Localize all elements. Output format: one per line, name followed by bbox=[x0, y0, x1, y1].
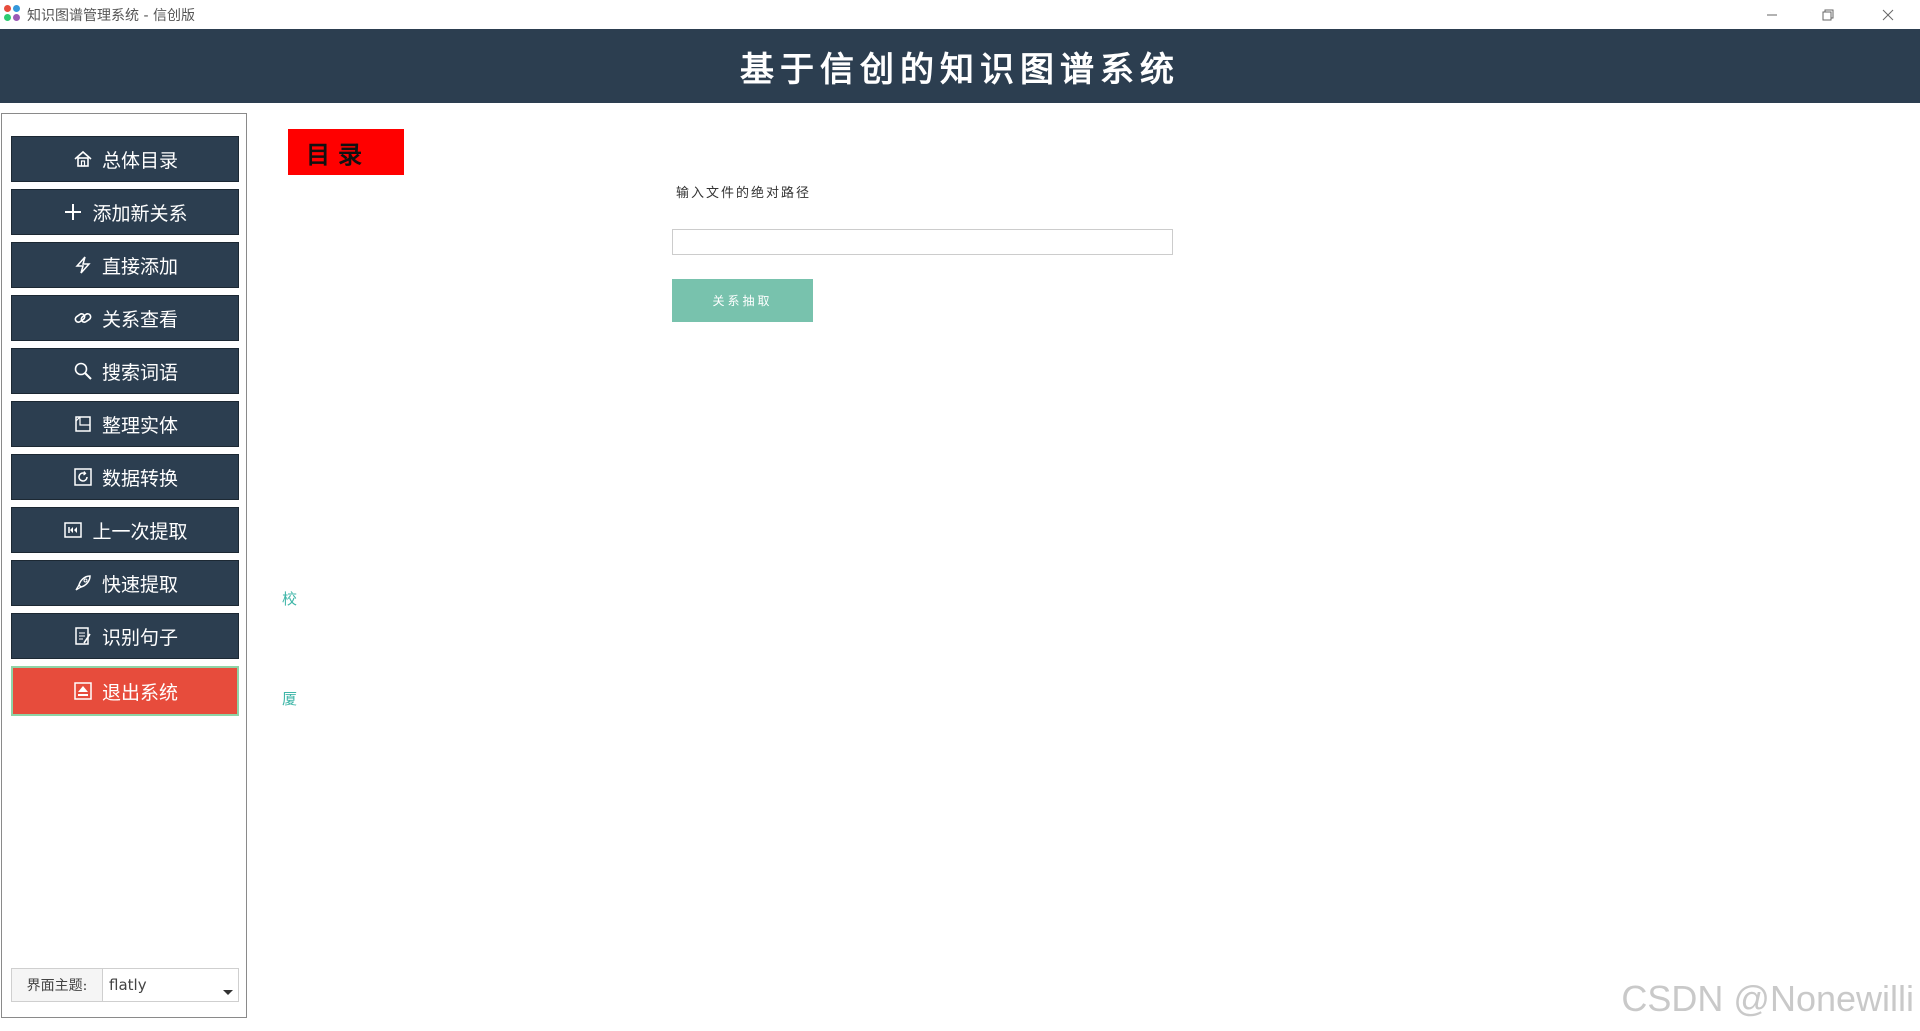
exit-system-button[interactable]: 退出系统 bbox=[11, 666, 239, 716]
sidebar-item-label: 直接添加 bbox=[101, 255, 178, 278]
home-icon bbox=[72, 148, 94, 170]
sidebar-item-label: 添加新关系 bbox=[92, 202, 188, 225]
file-path-label: 输入文件的绝对路径 bbox=[676, 186, 812, 201]
rocket-icon bbox=[72, 572, 94, 594]
sidebar-item-label: 数据转换 bbox=[101, 467, 178, 490]
theme-value: flatly bbox=[109, 976, 147, 994]
sidebar-item-overview[interactable]: 总体目录 bbox=[11, 136, 239, 182]
sidebar-item-last-extraction[interactable]: 上一次提取 bbox=[11, 507, 239, 553]
sidebar-item-label: 识别句子 bbox=[101, 626, 178, 649]
sidebar-item-label: 关系查看 bbox=[101, 308, 178, 331]
side-note: 校 bbox=[282, 590, 298, 608]
close-icon[interactable] bbox=[1860, 0, 1916, 29]
refresh-icon bbox=[72, 466, 94, 488]
eject-icon bbox=[72, 680, 94, 702]
sidebar: 总体目录 添加新关系 直接添加 关系查看 搜索词语 整理实体 数据转换 上一次提… bbox=[1, 113, 247, 1018]
side-note: 厦 bbox=[282, 690, 298, 708]
sidebar-item-data-conversion[interactable]: 数据转换 bbox=[11, 454, 239, 500]
minimize-icon[interactable] bbox=[1744, 0, 1800, 29]
lightning-icon bbox=[72, 254, 94, 276]
sidebar-item-quick-extraction[interactable]: 快速提取 bbox=[11, 560, 239, 606]
sidebar-item-label: 上一次提取 bbox=[92, 520, 188, 543]
theme-selector: 界面主题: flatly bbox=[11, 968, 239, 1002]
search-icon bbox=[72, 360, 94, 382]
relation-extract-button[interactable]: 关系抽取 bbox=[672, 279, 813, 322]
sidebar-item-label: 搜索词语 bbox=[101, 361, 178, 384]
chevron-down-icon bbox=[223, 990, 233, 995]
sidebar-item-label: 退出系统 bbox=[101, 681, 178, 704]
sidebar-item-label: 整理实体 bbox=[101, 414, 178, 437]
sidebar-item-direct-add[interactable]: 直接添加 bbox=[11, 242, 239, 288]
sidebar-item-organize-entities[interactable]: 整理实体 bbox=[11, 401, 239, 447]
rewind-icon bbox=[62, 519, 84, 541]
window-title: 知识图谱管理系统 - 信创版 bbox=[27, 8, 195, 24]
sidebar-item-label: 总体目录 bbox=[101, 149, 178, 172]
plus-icon bbox=[62, 201, 84, 223]
edit-document-icon bbox=[72, 625, 94, 647]
cube-icon bbox=[72, 413, 94, 435]
sidebar-item-view-relations[interactable]: 关系查看 bbox=[11, 295, 239, 341]
sidebar-item-add-relation[interactable]: 添加新关系 bbox=[11, 189, 239, 235]
sidebar-item-recognize-sentence[interactable]: 识别句子 bbox=[11, 613, 239, 659]
app-logo-icon bbox=[4, 5, 22, 23]
catalog-label: 目录 bbox=[288, 129, 404, 175]
page-title: 基于信创的知识图谱系统 bbox=[740, 49, 1180, 90]
sidebar-item-label: 快速提取 bbox=[101, 573, 178, 596]
app-header: 基于信创的知识图谱系统 bbox=[0, 29, 1920, 103]
link-icon bbox=[72, 307, 94, 329]
watermark-text: CSDN @Nonewilli bbox=[1621, 978, 1914, 1019]
theme-label: 界面主题: bbox=[12, 969, 103, 1001]
file-path-input[interactable] bbox=[672, 229, 1173, 255]
sidebar-item-search-words[interactable]: 搜索词语 bbox=[11, 348, 239, 394]
window-titlebar: 知识图谱管理系统 - 信创版 bbox=[0, 0, 1920, 29]
restore-icon[interactable] bbox=[1800, 0, 1856, 29]
theme-dropdown[interactable]: flatly bbox=[103, 969, 238, 1001]
